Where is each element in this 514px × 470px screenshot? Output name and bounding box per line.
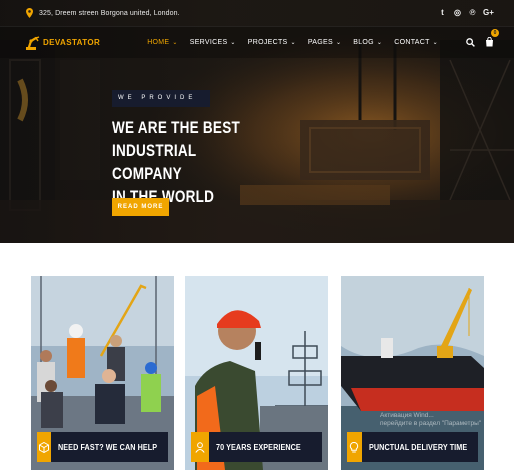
search-icon[interactable] (466, 38, 475, 47)
pinterest-icon[interactable]: ℗ (468, 9, 477, 17)
google-plus-icon[interactable]: G+ (483, 9, 494, 17)
instagram-icon[interactable]: ◎ (453, 9, 462, 17)
nav-icons: 0 (466, 28, 499, 52)
map-pin-icon (26, 8, 33, 18)
watermark-line: Активация Wind... (380, 412, 434, 419)
cart-count-badge: 0 (491, 28, 499, 37)
user-badge-icon (191, 432, 209, 462)
lightbulb-icon (347, 432, 362, 462)
chevron-down-icon: ⌄ (335, 39, 342, 46)
hero-headline-line: WE ARE THE BEST INDUSTRIAL (112, 119, 240, 160)
nav-item-contact[interactable]: CONTACT ⌄ (394, 39, 438, 46)
chevron-down-icon: ⌄ (432, 39, 438, 46)
nav-item-home[interactable]: HOME ⌄ (147, 39, 178, 46)
nav-item-label: HOME (147, 39, 170, 46)
nav-item-label: BLOG (353, 39, 374, 46)
card-title: 70 YEARS EXPERIENCE (216, 442, 301, 452)
nav-item-label: PROJECTS (247, 39, 288, 46)
cube-icon (37, 432, 51, 462)
hero-headline-line: COMPANY (112, 165, 182, 183)
twitter-icon[interactable]: t (438, 9, 447, 17)
shopping-bag-icon (486, 36, 493, 46)
nav-menu: HOME ⌄ SERVICES ⌄ PROJECTS ⌄ PAGES ⌄ BLOG ⌄ C… (147, 39, 438, 46)
feature-card-fast-help[interactable]: NEED FAST? WE CAN HELP (31, 276, 174, 470)
site-logo[interactable]: DEVASTATOR (24, 35, 100, 51)
card-label-bar: 70 YEARS EXPERIENCE (191, 432, 322, 462)
feature-card-delivery[interactable]: PUNCTUAL DELIVERY TIME (341, 276, 484, 470)
nav-item-label: CONTACT (394, 39, 430, 46)
hero-section: 325, Dreem streen Borgona united, London… (0, 0, 514, 243)
nav-item-services[interactable]: SERVICES ⌄ (190, 39, 236, 46)
nav-item-projects[interactable]: PROJECTS ⌄ (248, 39, 296, 46)
main-navbar: DEVASTATOR HOME ⌄ SERVICES ⌄ PROJECTS ⌄ PAG… (0, 26, 514, 58)
os-activation-watermark: Активация Wind... перейдите в раздел "Па… (380, 412, 481, 428)
read-more-button[interactable]: READ MORE (112, 198, 169, 216)
logo-text: DEVASTATOR (43, 38, 101, 47)
nav-item-blog[interactable]: BLOG ⌄ (353, 39, 382, 46)
social-links: t ◎ ℗ G+ (438, 9, 494, 17)
chevron-down-icon: ⌄ (230, 39, 236, 46)
nav-item-pages[interactable]: PAGES ⌄ (308, 39, 341, 46)
feature-card-experience[interactable]: 70 YEARS EXPERIENCE (185, 276, 328, 470)
nav-item-label: PAGES (307, 39, 333, 46)
hero-eyebrow: WE PROVIDE (112, 90, 210, 107)
chevron-down-icon: ⌄ (376, 39, 383, 46)
address-text: 325, Dreem streen Borgona united, London… (39, 9, 180, 17)
cart-button[interactable]: 0 (485, 28, 499, 52)
chevron-down-icon: ⌄ (290, 39, 296, 46)
card-label-bar: NEED FAST? WE CAN HELP (37, 432, 168, 462)
top-info-bar: 325, Dreem streen Borgona united, London… (0, 0, 514, 26)
watermark-line: перейдите в раздел "Параметры" (380, 420, 482, 427)
card-label-bar: PUNCTUAL DELIVERY TIME (347, 432, 478, 462)
chevron-down-icon: ⌄ (172, 39, 178, 46)
card-title: NEED FAST? WE CAN HELP (57, 442, 157, 452)
hero-headline: WE ARE THE BEST INDUSTRIAL COMPANY IN TH… (112, 117, 325, 209)
card-title: PUNCTUAL DELIVERY TIME (368, 442, 468, 452)
nav-item-label: SERVICES (189, 39, 228, 46)
robot-arm-logo-icon (26, 35, 40, 50)
